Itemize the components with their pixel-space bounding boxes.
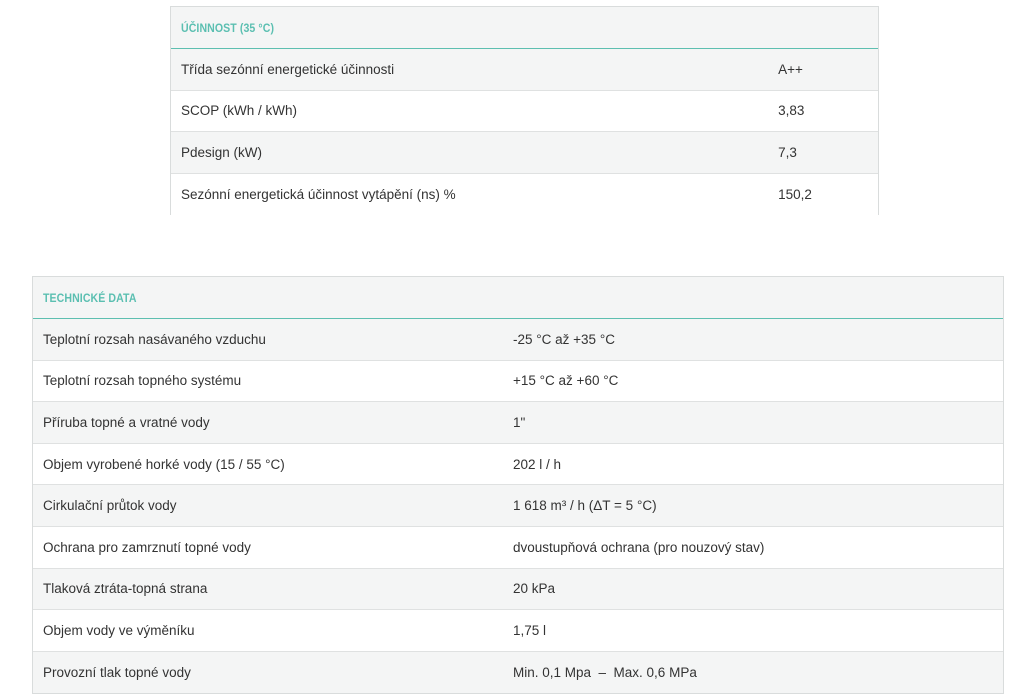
row-value: -25 °C až +35 °C: [513, 331, 615, 347]
row-value: 7,3: [778, 144, 797, 160]
efficiency-table: ÚČINNOST (35 °C) Třída sezónní energetic…: [170, 6, 879, 216]
table-row: Teplotní rozsah nasávaného vzduchu -25 °…: [33, 319, 1003, 361]
technical-data-table-header: TECHNICKÉ DATA: [33, 277, 1003, 319]
row-label: Objem vody ve výměníku: [43, 622, 195, 638]
table-row: Provozní tlak topné vody Min. 0,1 Mpa – …: [33, 651, 1003, 694]
table-row: Cirkulační průtok vody 1 618 m³ / h (ΔT …: [33, 485, 1003, 527]
row-label: Objem vyrobené horké vody (15 / 55 °C): [43, 456, 285, 472]
row-label: Příruba topné a vratné vody: [43, 414, 210, 430]
efficiency-table-header: ÚČINNOST (35 °C): [171, 7, 878, 49]
row-label: Sezónní energetická účinnost vytápění (n…: [181, 187, 456, 203]
table-row: Objem vyrobené horké vody (15 / 55 °C) 2…: [33, 443, 1003, 486]
table-row: Pdesign (kW) 7,3: [171, 132, 878, 174]
row-value: 20 kPa: [513, 581, 556, 597]
row-value: 1,75 l: [513, 622, 547, 638]
row-label: Provozní tlak topné vody: [43, 665, 191, 681]
table-row: Teplotní rozsah topného systému +15 °C a…: [33, 360, 1003, 403]
table-row: Sezónní energetická účinnost vytápění (n…: [171, 173, 878, 216]
table-row: SCOP (kWh / kWh) 3,83: [171, 90, 878, 133]
row-value: Min. 0,1 Mpa – Max. 0,6 MPa: [513, 665, 697, 681]
row-label: Cirkulační průtok vody: [43, 498, 177, 514]
row-value: 150,2: [778, 187, 812, 203]
row-label: Tlaková ztráta-topná strana: [43, 581, 208, 597]
table-row: Objem vody ve výměníku 1,75 l: [33, 610, 1003, 652]
row-value: +15 °C až +60 °C: [513, 373, 619, 389]
table-row: Tlaková ztráta-topná strana 20 kPa: [33, 568, 1003, 611]
row-value: A++: [778, 61, 803, 77]
row-value: 1 618 m³ / h (ΔT = 5 °C): [513, 498, 657, 514]
row-value: 3,83: [778, 103, 805, 119]
row-label: SCOP (kWh / kWh): [181, 103, 298, 119]
row-label: Pdesign (kW): [181, 144, 263, 160]
row-label: Třída sezónní energetické účinnosti: [181, 61, 395, 77]
table-row: Příruba topné a vratné vody 1": [33, 402, 1003, 444]
efficiency-table-title: ÚČINNOST (35 °C): [181, 20, 275, 35]
row-value: dvoustupňová ochrana (pro nouzový stav): [513, 539, 765, 555]
technical-data-table: TECHNICKÉ DATA Teplotní rozsah nasávanéh…: [32, 276, 1004, 694]
technical-data-table-title: TECHNICKÉ DATA: [43, 290, 137, 305]
table-row: Třída sezónní energetické účinnosti A++: [171, 49, 878, 91]
row-label: Ochrana pro zamrznutí topné vody: [43, 539, 251, 555]
table-row: Ochrana pro zamrznutí topné vody dvoustu…: [33, 526, 1003, 569]
row-value: 202 l / h: [513, 456, 562, 472]
row-label: Teplotní rozsah nasávaného vzduchu: [43, 331, 266, 347]
row-value: 1": [513, 414, 526, 430]
row-label: Teplotní rozsah topného systému: [43, 373, 242, 389]
